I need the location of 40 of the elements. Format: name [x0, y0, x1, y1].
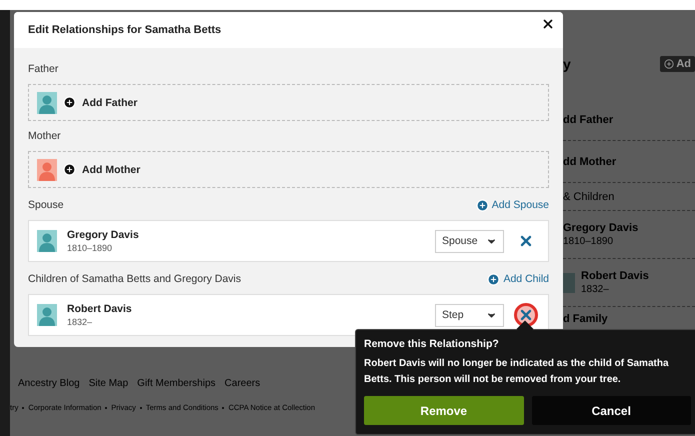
section-label: Spouse	[28, 199, 64, 211]
section-label: Father	[28, 63, 58, 75]
footer-link[interactable]: Site Map	[88, 378, 128, 389]
add-relative-link[interactable]: d Family	[563, 313, 608, 325]
person-years: 1832–	[67, 317, 94, 327]
section-title: y	[563, 56, 571, 72]
relationship-select[interactable]: Spouse	[435, 230, 504, 252]
person-name: Robert Davis	[67, 303, 133, 315]
plus-icon	[664, 59, 674, 69]
add-parent-button[interactable]: Add Father	[28, 84, 549, 121]
add-parent-button[interactable]: Add Mother	[28, 151, 549, 188]
popover-title: Remove this Relationship?	[364, 338, 500, 350]
section-label: Children of Samatha Betts and Gregory Davis	[28, 273, 242, 285]
footer-link[interactable]: Ancestry Blog	[18, 378, 80, 389]
dialog-title: Edit Relationships for Samatha Betts	[28, 24, 222, 36]
remove-button[interactable]: Remove	[364, 396, 524, 425]
section-label: Mother	[28, 130, 61, 142]
person-years: 1810–1890	[563, 236, 614, 247]
add-relative-link[interactable]: Add Spouse	[476, 198, 549, 212]
person-name: Gregory Davis	[67, 229, 140, 241]
plus-icon	[476, 198, 489, 212]
footer-link[interactable]: Gift Memberships	[137, 378, 216, 389]
relationship-select[interactable]: Step	[435, 304, 504, 326]
add-relative-link[interactable]: dd Mother	[563, 156, 616, 168]
popover-message: Robert Davis will no longer be indicated as the child of Samatha Betts. This person will not be removed from your tree.	[364, 357, 670, 387]
footer-link[interactable]: Careers	[224, 378, 260, 389]
person-years: 1810–1890	[67, 243, 114, 253]
add-relative-link[interactable]: Add Child	[487, 272, 549, 286]
person-name[interactable]: Gregory Davis	[563, 222, 638, 234]
plus-icon	[63, 96, 76, 109]
section-label: & Children	[563, 190, 614, 202]
person-years: 1832–	[581, 284, 610, 295]
plus-icon	[63, 163, 76, 176]
close-icon[interactable]	[541, 17, 555, 31]
remove-icon[interactable]	[514, 303, 538, 327]
plus-icon	[487, 272, 500, 286]
add-button[interactable]: Ad	[660, 56, 695, 72]
add-relative-link[interactable]: dd Father	[563, 114, 614, 126]
person-name[interactable]: Robert Davis	[581, 270, 649, 282]
cancel-button[interactable]: Cancel	[532, 396, 691, 425]
